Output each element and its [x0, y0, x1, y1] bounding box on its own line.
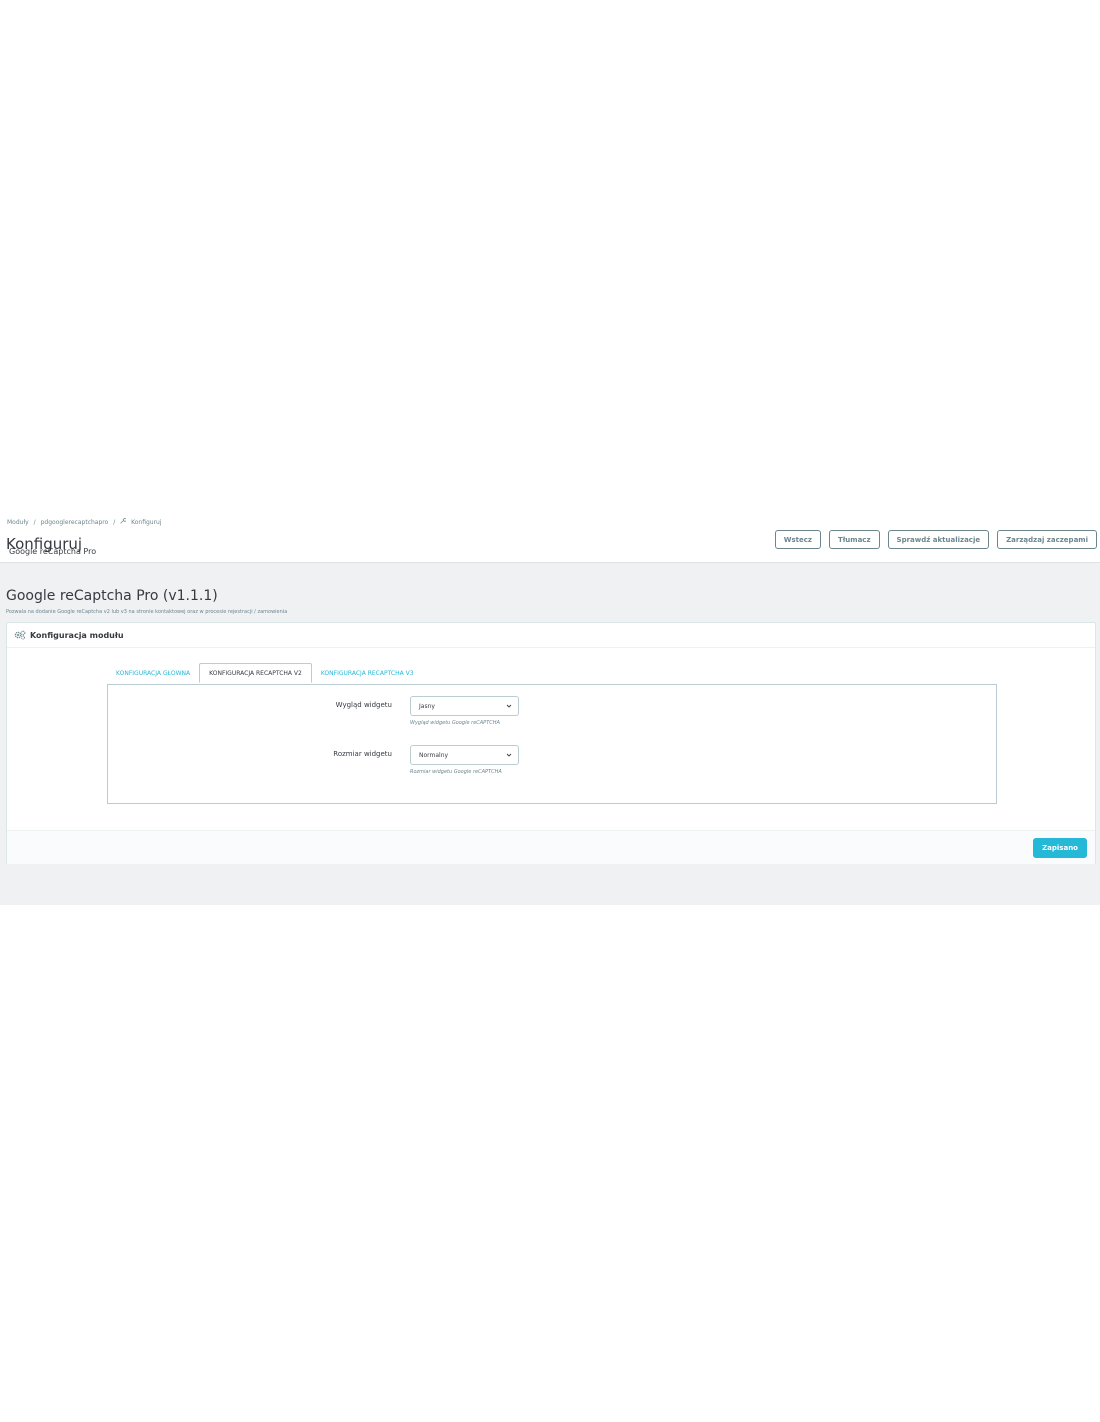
panel-heading: Konfiguracja modułu	[7, 623, 1095, 648]
widget-size-help: Rozmiar widgetu Google reCAPTCHA	[410, 769, 502, 775]
tab-main-config[interactable]: KONFIGURACJA GŁOWNA	[107, 663, 199, 683]
breadcrumb-item-modules[interactable]: Moduły	[7, 519, 29, 526]
widget-size-value: Normalny	[419, 751, 449, 759]
chevron-down-icon	[505, 751, 513, 759]
tab-content: Wygląd widgetu Jasny Wygląd widgetu Goog…	[107, 684, 997, 804]
tab-recaptcha-v3[interactable]: KONFIGURACJA RECAPTCHA V3	[312, 663, 423, 683]
page-subtitle: Google reCaptcha Pro	[9, 547, 97, 556]
panel-footer: Zapisano	[7, 830, 1095, 864]
module-description: Pozwala na dodanie Google reCaptcha v2 l…	[6, 609, 288, 615]
widget-theme-label: Wygląd widgetu	[335, 701, 392, 709]
module-title: Google reCaptcha Pro (v1.1.1)	[6, 588, 218, 604]
page-header: Moduły / pdgooglerecaptchapro / Konfigur…	[0, 508, 1100, 563]
wrench-icon	[120, 518, 128, 526]
check-updates-button[interactable]: Sprawdź aktualizacje	[887, 530, 990, 549]
main-content: Google reCaptcha Pro (v1.1.1) Pozwala na…	[0, 563, 1100, 905]
chevron-down-icon	[505, 702, 513, 710]
widget-theme-help: Wygląd widgetu Google reCAPTCHA	[410, 720, 500, 726]
toolbar: Wstecz Tłumacz Sprawdź aktualizacje Zarz…	[774, 530, 1097, 549]
manage-hooks-button[interactable]: Zarządzaj zaczepami	[997, 530, 1097, 549]
breadcrumb: Moduły / pdgooglerecaptchapro / Konfigur…	[7, 518, 165, 526]
translate-button[interactable]: Tłumacz	[828, 530, 880, 549]
breadcrumb-separator: /	[33, 519, 36, 526]
breadcrumb-item-configure: Konfiguruj	[131, 519, 162, 526]
panel-heading-label: Konfiguracja modułu	[30, 630, 124, 640]
back-button[interactable]: Wstecz	[774, 530, 821, 549]
config-panel: Konfiguracja modułu KONFIGURACJA GŁOWNA …	[6, 622, 1096, 864]
widget-theme-value: Jasny	[419, 702, 435, 710]
tab-recaptcha-v2[interactable]: KONFIGURACJA RECAPTCHA V2	[199, 663, 312, 683]
config-tabs: KONFIGURACJA GŁOWNA KONFIGURACJA RECAPTC…	[107, 663, 423, 683]
breadcrumb-item-module[interactable]: pdgooglerecaptchapro	[41, 519, 109, 526]
widget-size-label: Rozmiar widgetu	[333, 750, 392, 758]
cogs-icon	[14, 630, 26, 640]
breadcrumb-separator: /	[113, 519, 116, 526]
widget-size-select[interactable]: Normalny	[410, 745, 519, 765]
save-button[interactable]: Zapisano	[1033, 838, 1087, 858]
widget-theme-select[interactable]: Jasny	[410, 696, 519, 716]
